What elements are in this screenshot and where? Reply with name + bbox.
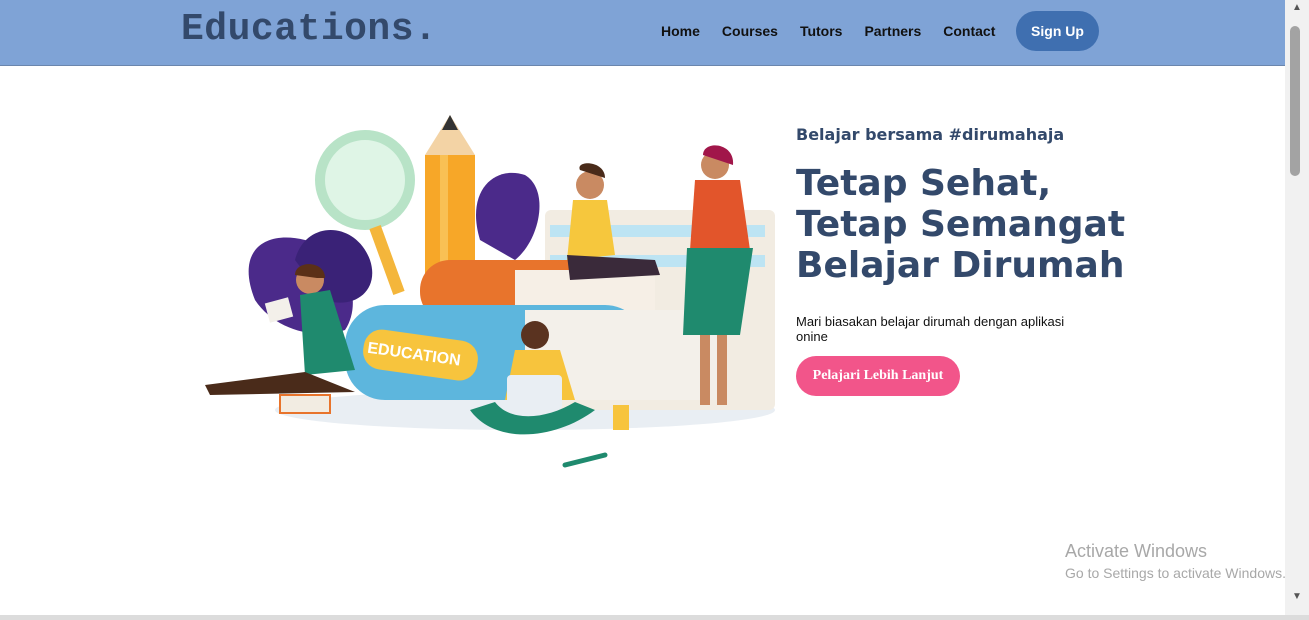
vertical-scrollbar[interactable]: ▲ ▼ <box>1285 0 1309 615</box>
nav-links: Home Courses Tutors Partners Contact <box>650 0 1006 62</box>
nav-link-tutors[interactable]: Tutors <box>800 23 843 39</box>
brand-logo[interactable]: Educations. <box>181 8 437 51</box>
nav-link-contact[interactable]: Contact <box>943 23 995 39</box>
nav-link-courses[interactable]: Courses <box>722 23 778 39</box>
hero-headline: Tetap Sehat, Tetap Semangat Belajar Diru… <box>796 163 1126 286</box>
scroll-down-arrow-icon[interactable]: ▼ <box>1292 591 1302 602</box>
bottom-edge <box>0 615 1309 620</box>
watermark-title: Activate Windows <box>1065 541 1208 561</box>
headline-line: Belajar Dirumah <box>796 245 1125 286</box>
magnifier-icon <box>315 130 415 230</box>
scroll-up-arrow-icon[interactable]: ▲ <box>1292 2 1302 13</box>
learn-more-button[interactable]: Pelajari Lebih Lanjut <box>796 356 960 396</box>
hero-illustration: EDUCATION <box>205 115 775 468</box>
activate-windows-watermark: Activate Windows Go to Settings to activ… <box>1065 541 1286 581</box>
sign-up-button[interactable]: Sign Up <box>1016 11 1099 51</box>
headline-line: Tetap Semangat <box>796 204 1126 245</box>
navbar: Educations. Home Courses Tutors Partners… <box>0 0 1285 66</box>
watermark-subtitle: Go to Settings to activate Windows. <box>1065 565 1286 581</box>
pencil-cup <box>613 405 629 430</box>
person-laptop <box>521 321 549 349</box>
nav-link-partners[interactable]: Partners <box>864 23 921 39</box>
scrollbar-thumb[interactable] <box>1290 26 1300 176</box>
hero-subtitle: Belajar bersama #dirumahaja <box>796 125 1065 144</box>
open-book <box>279 394 331 414</box>
headline-line: Tetap Sehat, <box>796 163 1052 204</box>
nav-link-home[interactable]: Home <box>661 23 700 39</box>
hero-description: Mari biasakan belajar dirumah dengan apl… <box>796 314 1065 344</box>
